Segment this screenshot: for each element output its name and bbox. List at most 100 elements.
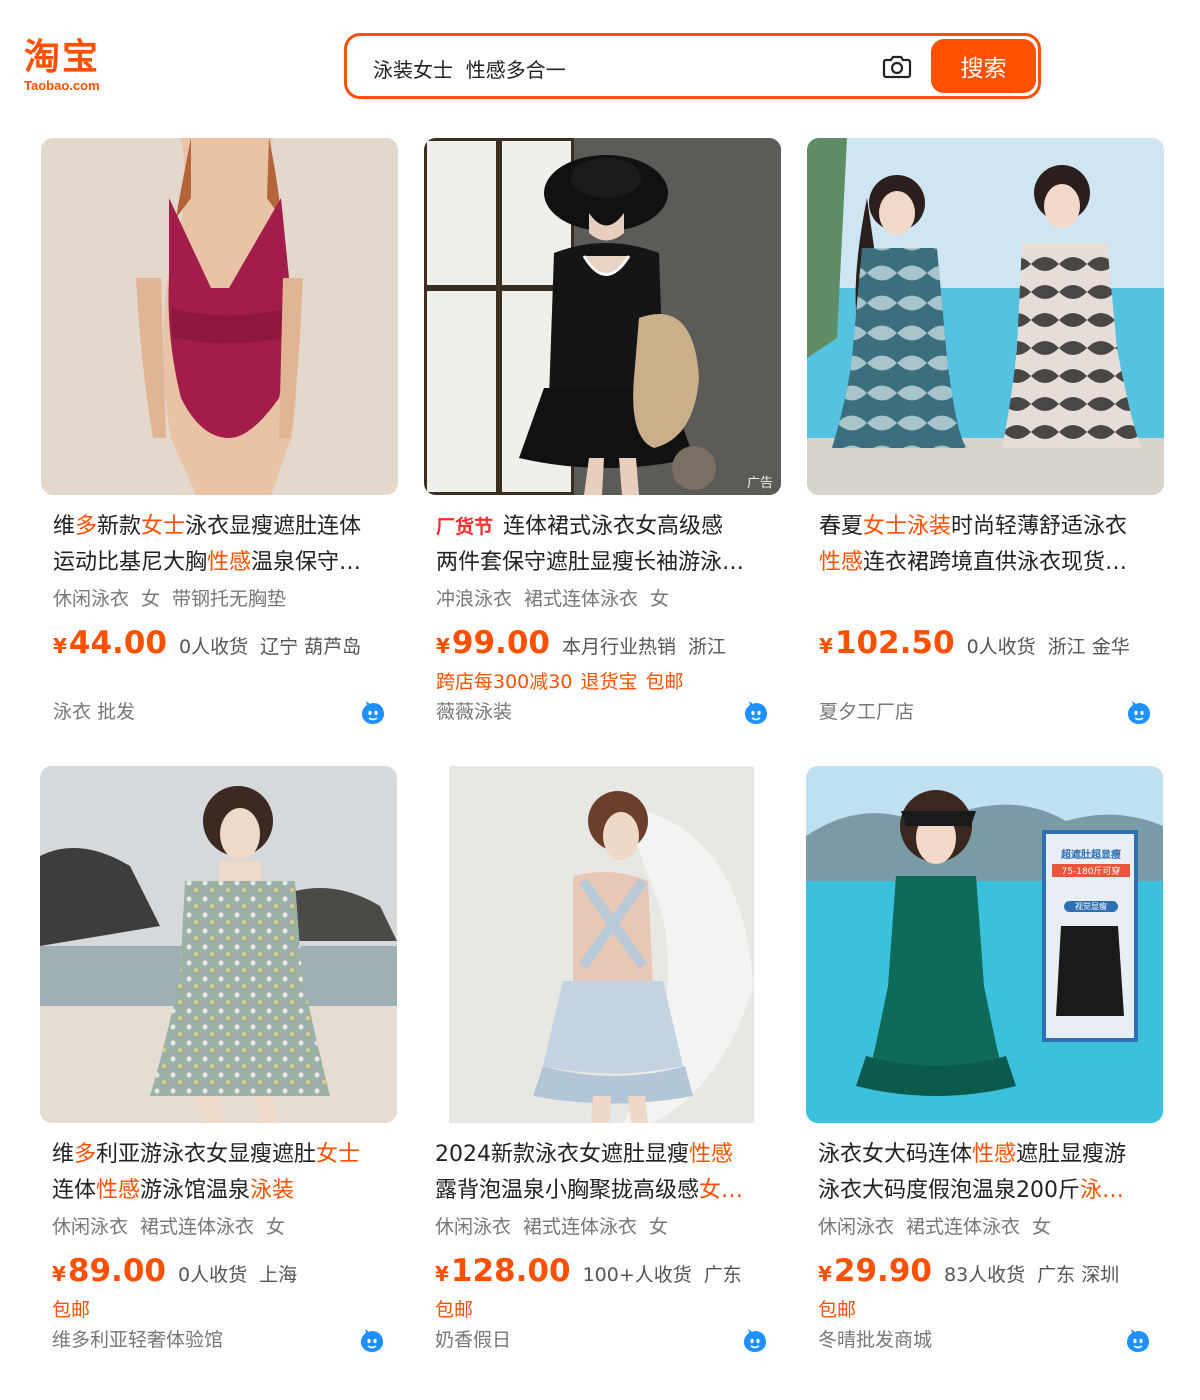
price: 44.00	[68, 625, 167, 661]
title-segment: 维	[52, 1142, 75, 1167]
price: 102.50	[834, 625, 955, 661]
shop-name[interactable]: 冬晴批发商城	[818, 1329, 932, 1351]
inset-title: 超遮肚超显瘦	[1061, 850, 1121, 861]
price-row: ¥ 128.00 100+人收货 广东	[423, 1253, 780, 1293]
product-tags: 休闲泳衣 裙式连体泳衣女	[423, 1213, 780, 1241]
promo-label: 包邮	[645, 671, 684, 693]
product-tag: 裙式连体泳衣	[523, 1216, 638, 1238]
promo-label: 跨店每300减30	[436, 671, 573, 693]
price: 128.00	[450, 1253, 571, 1289]
title-segment: 泳衣显瘦遮肚连体	[185, 514, 362, 539]
shop-name[interactable]: 奶香假日	[435, 1329, 511, 1351]
product-card[interactable]: 2024新款泳衣女遮肚显瘦性感 露背泡温泉小胸聚拢高级感女… 休闲泳衣 裙式连体泳…	[423, 766, 780, 1355]
title-line: 厂货节 连体裙式泳衣女高级感	[436, 509, 767, 545]
title-line: 维多利亚游泳衣女显瘦遮肚女士	[52, 1137, 383, 1173]
title-segment: 泳衣女大码连体	[818, 1142, 973, 1167]
wangwang-chat-icon[interactable]	[1126, 700, 1152, 726]
product-tag: 休闲泳衣	[52, 1216, 129, 1238]
product-title[interactable]: 厂货节 连体裙式泳衣女高级感 两件套保守遮肚显瘦长袖游泳…	[424, 509, 781, 581]
wangwang-chat-icon[interactable]	[742, 1328, 768, 1354]
search-bar[interactable]: 泳装女士 性感多合一 搜索	[344, 33, 1041, 99]
product-card[interactable]: 春夏女士泳装时尚轻薄舒适泳衣 性感连衣裙跨境直供泳衣现货… ¥ 102.50 0…	[807, 138, 1164, 727]
promo-label: 包邮	[52, 1299, 91, 1321]
promo-badge: 厂货节	[436, 516, 494, 538]
keyword-highlight: 性感	[96, 1178, 141, 1203]
title-line: 泳衣大码度假泡温泉200斤泳…	[818, 1173, 1149, 1209]
title-line: 春夏女士泳装时尚轻薄舒适泳衣	[819, 509, 1150, 545]
title-segment: 时尚轻薄舒适泳衣	[951, 514, 1128, 539]
product-title[interactable]: 维多新款女士泳衣显瘦遮肚连体 运动比基尼大胸性感温泉保守…	[41, 509, 398, 581]
product-tags: 休闲泳衣 裙式连体泳衣女	[806, 1213, 1163, 1241]
title-line: 性感连衣裙跨境直供泳衣现货…	[819, 545, 1150, 581]
title-segment: 运动比基尼大胸	[53, 550, 208, 575]
price: 29.90	[833, 1253, 932, 1289]
shop-row: 奶香假日	[423, 1325, 780, 1355]
title-line: 连体性感游泳馆温泉泳装	[52, 1173, 383, 1209]
product-card[interactable]: 维多新款女士泳衣显瘦遮肚连体 运动比基尼大胸性感温泉保守… 休闲泳衣女带钢托无胸…	[41, 138, 398, 727]
title-text: 连体裙式泳衣女高级感	[503, 514, 723, 539]
logo-subtext: Taobao.com	[24, 78, 100, 93]
product-tags: 冲浪泳衣 裙式连体泳衣女	[424, 585, 781, 613]
price-row: ¥ 44.00 0人收货 辽宁 葫芦岛	[41, 625, 398, 665]
promo-row: 跨店每300减30 退货宝 包邮	[424, 667, 781, 697]
currency-symbol: ¥	[818, 1262, 832, 1286]
keyword-highlight: 女士	[316, 1142, 361, 1167]
product-tag: 休闲泳衣	[53, 588, 130, 610]
currency-symbol: ¥	[435, 1262, 449, 1286]
keyword-highlight: 性感	[689, 1142, 734, 1167]
title-segment: 2024新款泳衣女遮肚显瘦	[435, 1142, 689, 1167]
title-segment: 春夏	[819, 514, 864, 539]
shop-name[interactable]: 泳衣 批发	[53, 701, 135, 723]
currency-symbol: ¥	[52, 1262, 66, 1286]
shop-row: 冬晴批发商城	[806, 1325, 1163, 1355]
wangwang-chat-icon[interactable]	[1125, 1328, 1151, 1354]
title-segment: 两件套保守遮肚显瘦长袖游泳…	[436, 550, 745, 575]
product-tags: 休闲泳衣 裙式连体泳衣女	[40, 1213, 397, 1241]
product-tag: 女	[141, 588, 161, 610]
product-image[interactable]	[40, 766, 397, 1123]
currency-symbol: ¥	[53, 634, 67, 658]
title-segment: 露背泡温泉小胸聚拢高级感	[435, 1178, 700, 1203]
title-segment: 温泉保守…	[251, 550, 362, 575]
product-title[interactable]: 春夏女士泳装时尚轻薄舒适泳衣 性感连衣裙跨境直供泳衣现货…	[807, 509, 1164, 581]
product-title[interactable]: 2024新款泳衣女遮肚显瘦性感 露背泡温泉小胸聚拢高级感女…	[423, 1137, 780, 1209]
product-card[interactable]: 维多利亚游泳衣女显瘦遮肚女士 连体性感游泳馆温泉泳装 休闲泳衣 裙式连体泳衣女 ¥…	[40, 766, 397, 1355]
title-segment: 遮肚显瘦游	[1016, 1142, 1127, 1167]
logo-text: 淘宝	[24, 37, 101, 78]
promo-row	[807, 667, 1164, 697]
sold-count: 本月行业热销	[561, 636, 676, 658]
product-title[interactable]: 泳衣女大码连体性感遮肚显瘦游 泳衣大码度假泡温泉200斤泳…	[806, 1137, 1163, 1209]
product-tag: 休闲泳衣	[818, 1216, 895, 1238]
search-input[interactable]: 泳装女士 性感多合一	[373, 54, 566, 83]
product-image[interactable]: 超遮肚超显瘦 75-180斤可穿 视觉显瘦	[806, 766, 1163, 1123]
product-image[interactable]	[807, 138, 1164, 495]
title-segment: 维	[53, 514, 76, 539]
promo-row	[41, 667, 398, 697]
camera-icon[interactable]	[882, 51, 912, 81]
promo-label: 退货宝	[580, 671, 638, 693]
title-segment: 游泳馆温泉	[140, 1178, 251, 1203]
currency-symbol: ¥	[819, 634, 833, 658]
price-row: ¥ 99.00 本月行业热销 浙江	[424, 625, 781, 665]
product-tags	[807, 585, 1164, 613]
shop-name[interactable]: 夏夕工厂店	[819, 701, 914, 723]
product-tag: 休闲泳衣	[435, 1216, 512, 1238]
sold-count: 83人收货	[943, 1264, 1026, 1286]
product-card[interactable]: 广告 厂货节 连体裙式泳衣女高级感 两件套保守遮肚显瘦长袖游泳… 冲浪泳衣 裙式连体…	[424, 138, 781, 727]
product-title[interactable]: 维多利亚游泳衣女显瘦遮肚女士 连体性感游泳馆温泉泳装	[40, 1137, 397, 1209]
shop-name[interactable]: 维多利亚轻奢体验馆	[52, 1329, 223, 1351]
product-card[interactable]: 超遮肚超显瘦 75-180斤可穿 视觉显瘦 泳衣女大码连体性感遮肚显瘦游 泳衣大…	[806, 766, 1163, 1355]
wangwang-chat-icon[interactable]	[743, 700, 769, 726]
product-tag: 冲浪泳衣	[436, 588, 513, 610]
product-image[interactable]: 广告	[424, 138, 781, 495]
product-image[interactable]	[423, 766, 780, 1123]
taobao-logo[interactable]: 淘宝 Taobao.com	[24, 38, 124, 94]
keyword-highlight: 性感	[207, 550, 252, 575]
shop-name[interactable]: 薇薇泳装	[436, 701, 512, 723]
wangwang-chat-icon[interactable]	[360, 700, 386, 726]
product-tag: 裙式连体泳衣	[524, 588, 639, 610]
product-tag: 女	[649, 1216, 669, 1238]
product-image[interactable]	[41, 138, 398, 495]
search-button[interactable]: 搜索	[931, 39, 1036, 93]
wangwang-chat-icon[interactable]	[359, 1328, 385, 1354]
